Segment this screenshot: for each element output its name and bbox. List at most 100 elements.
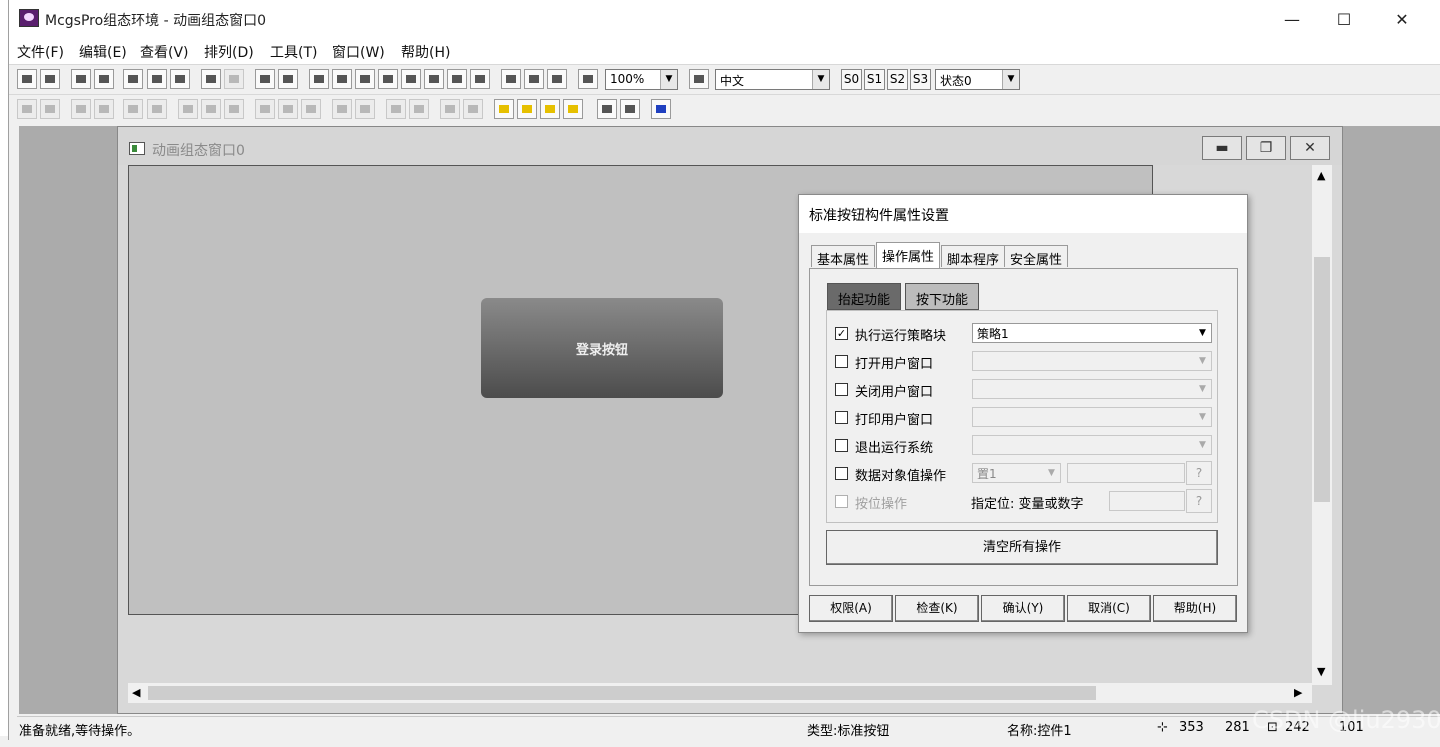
redo-icon[interactable] [224, 69, 244, 89]
language-select[interactable]: 中文 ▼ [715, 69, 830, 90]
lock-icon[interactable] [597, 99, 617, 119]
print-preview-icon[interactable] [94, 69, 114, 89]
check-button[interactable]: 检查(K) [895, 595, 979, 622]
bring-forward-icon[interactable] [540, 99, 560, 119]
tools-icon[interactable] [255, 69, 275, 89]
check-icon[interactable] [524, 69, 544, 89]
minimize-button[interactable]: — [1269, 6, 1315, 32]
align-bottom-icon[interactable] [94, 99, 114, 119]
close-button[interactable]: ✕ [1379, 6, 1425, 32]
space-vertical-icon[interactable] [278, 99, 298, 119]
checkbox-close-window[interactable] [835, 383, 848, 396]
state-s1-button[interactable]: S1 [864, 69, 885, 90]
properties-icon[interactable] [501, 69, 521, 89]
data-object-picker-button[interactable]: ? [1186, 461, 1212, 485]
ungroup-icon[interactable] [463, 99, 483, 119]
grid-dots-icon[interactable] [651, 99, 671, 119]
align-top-icon[interactable] [71, 99, 91, 119]
vertical-scroll-thumb[interactable] [1314, 257, 1330, 502]
edit-point-icon[interactable] [620, 99, 640, 119]
permission-button[interactable]: 权限(A) [809, 595, 893, 622]
select-print-window[interactable]: ▼ [972, 407, 1212, 427]
line-style-icon[interactable] [401, 69, 421, 89]
bit-picker-button[interactable]: ? [1186, 489, 1212, 513]
select-close-window[interactable]: ▼ [972, 379, 1212, 399]
font-icon[interactable] [378, 69, 398, 89]
undo-icon[interactable] [201, 69, 221, 89]
chevron-left-icon[interactable]: ◀ [132, 686, 140, 699]
bring-front-icon[interactable] [494, 99, 514, 119]
same-height-icon[interactable] [201, 99, 221, 119]
input-bit[interactable] [1109, 491, 1185, 511]
chevron-down-icon[interactable]: ▼ [1317, 665, 1325, 678]
align-right-edge-icon[interactable] [40, 99, 60, 119]
center-horizontal-icon[interactable] [147, 99, 167, 119]
state-s0-button[interactable]: S0 [841, 69, 862, 90]
group-icon[interactable] [440, 99, 460, 119]
child-minimize-button[interactable]: ▬ [1202, 136, 1242, 160]
same-size-icon[interactable] [178, 99, 198, 119]
zoom-select[interactable]: 100% ▼ [605, 69, 678, 90]
same-width-icon[interactable] [224, 99, 244, 119]
sort-icon[interactable] [547, 69, 567, 89]
grid-icon[interactable] [447, 69, 467, 89]
clear-all-button[interactable]: 清空所有操作 [826, 530, 1218, 565]
help-button[interactable]: 帮助(H) [1153, 595, 1237, 622]
fill-color-icon[interactable] [309, 69, 329, 89]
copy-icon[interactable] [147, 69, 167, 89]
spellcheck-icon[interactable] [470, 69, 490, 89]
login-button[interactable]: 登录按钮 [481, 298, 723, 398]
horizontal-scroll-thumb[interactable] [148, 686, 1096, 700]
layers-icon[interactable] [278, 69, 298, 89]
checkbox-exit-system[interactable] [835, 439, 848, 452]
help-icon[interactable] [578, 69, 598, 89]
new-icon[interactable] [17, 69, 37, 89]
state-select[interactable]: 状态0 ▼ [935, 69, 1020, 90]
tab-security[interactable]: 安全属性 [1004, 245, 1069, 268]
flip-vertical-icon[interactable] [409, 99, 429, 119]
checkbox-open-window[interactable] [835, 355, 848, 368]
confirm-button[interactable]: 确认(Y) [981, 595, 1065, 622]
child-close-button[interactable]: ✕ [1290, 136, 1330, 160]
flip-horizontal-icon[interactable] [386, 99, 406, 119]
select-data-op[interactable]: 置1 ▼ [972, 463, 1061, 483]
menu-arrange[interactable]: 排列(D) [204, 42, 254, 62]
checkbox-run-strategy[interactable]: ✓ [835, 327, 848, 340]
tab-script[interactable]: 脚本程序 [941, 245, 1006, 268]
select-open-window[interactable]: ▼ [972, 351, 1212, 371]
state-s2-button[interactable]: S2 [887, 69, 908, 90]
tab-operation[interactable]: 操作属性 [876, 242, 941, 269]
line-color-icon[interactable] [332, 69, 352, 89]
menu-edit[interactable]: 编辑(E) [79, 42, 127, 62]
subtab-press[interactable]: 按下功能 [905, 283, 980, 310]
send-backward-icon[interactable] [563, 99, 583, 119]
font-color-icon[interactable] [355, 69, 375, 89]
checkbox-data-object[interactable] [835, 467, 848, 480]
paste-icon[interactable] [170, 69, 190, 89]
send-back-icon[interactable] [517, 99, 537, 119]
menu-help[interactable]: 帮助(H) [401, 42, 450, 62]
cancel-button[interactable]: 取消(C) [1067, 595, 1151, 622]
select-exit-system[interactable]: ▼ [972, 435, 1212, 455]
checkbox-bit-op[interactable] [835, 495, 848, 508]
save-icon[interactable] [40, 69, 60, 89]
chevron-right-icon[interactable]: ▶ [1294, 686, 1302, 699]
input-data-object[interactable] [1067, 463, 1185, 483]
menu-view[interactable]: 查看(V) [140, 42, 189, 62]
horizontal-scrollbar[interactable]: ◀ ▶ [128, 683, 1312, 703]
menu-file[interactable]: 文件(F) [17, 42, 64, 62]
maximize-button[interactable]: ☐ [1321, 6, 1367, 32]
checkbox-print-window[interactable] [835, 411, 848, 424]
chevron-up-icon[interactable]: ▲ [1317, 169, 1325, 182]
space-even-icon[interactable] [255, 99, 275, 119]
print-icon[interactable] [71, 69, 91, 89]
language-icon[interactable] [689, 69, 709, 89]
cut-icon[interactable] [123, 69, 143, 89]
center-vertical-icon[interactable] [123, 99, 143, 119]
vertical-scrollbar[interactable]: ▲ ▼ [1312, 165, 1332, 685]
select-strategy[interactable]: 策略1 ▼ [972, 323, 1212, 343]
rotate-right-icon[interactable] [355, 99, 375, 119]
align-left-icon[interactable] [424, 69, 444, 89]
tab-basic[interactable]: 基本属性 [811, 245, 876, 268]
menu-tools[interactable]: 工具(T) [270, 42, 317, 62]
